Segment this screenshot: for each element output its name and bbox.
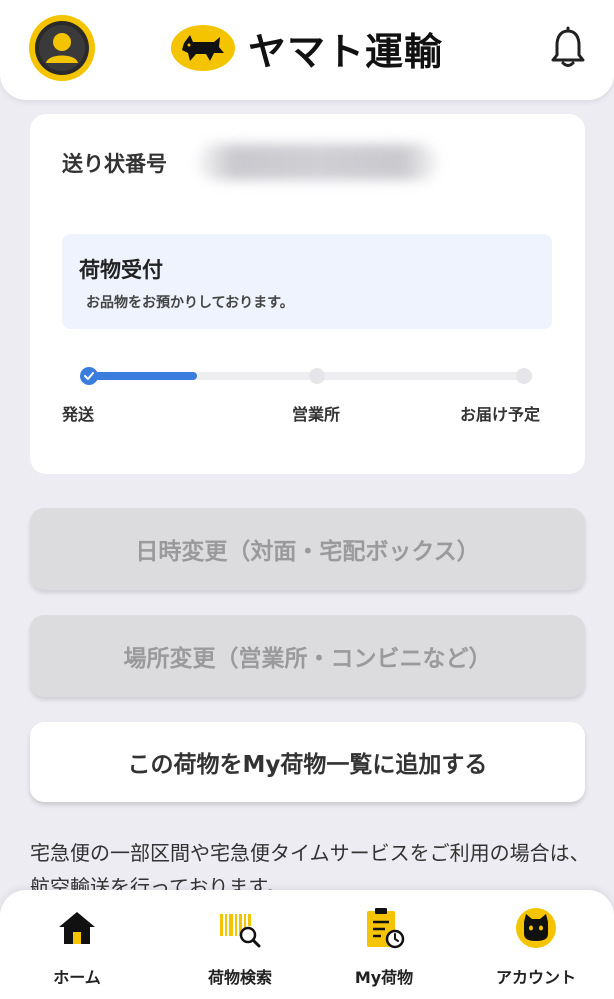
app-header: ヤマト運輸 xyxy=(0,0,614,100)
nav-item-account[interactable]: アカウント xyxy=(486,890,586,999)
tracking-card: 送り状番号 荷物受付 お品物をお預かりしております。 発送 営業所 お届け予定 xyxy=(30,114,585,474)
nav-label: My荷物 xyxy=(354,968,414,987)
add-to-my-list-button[interactable]: この荷物をMy荷物一覧に追加する xyxy=(30,722,585,802)
bell-icon[interactable] xyxy=(548,26,588,70)
tracking-number-label: 送り状番号 xyxy=(62,152,167,176)
progress-track xyxy=(88,372,524,380)
brand-name: ヤマト運輸 xyxy=(248,29,444,74)
black-cat-logo-icon xyxy=(171,25,235,71)
user-avatar-icon[interactable] xyxy=(29,15,95,81)
nav-label: ホーム xyxy=(53,968,101,987)
step-label-office: 営業所 xyxy=(292,405,341,424)
nav-item-home[interactable]: ホーム xyxy=(37,890,117,999)
cat-account-icon xyxy=(514,906,558,950)
brand-logo[interactable]: ヤマト運輸 xyxy=(170,20,443,76)
change-location-button[interactable]: 場所変更（営業所・コンビニなど） xyxy=(30,615,585,697)
change-datetime-button[interactable]: 日時変更（対面・宅配ボックス） xyxy=(30,508,585,590)
home-icon xyxy=(55,906,99,950)
step-label-delivery: お届け予定 xyxy=(460,405,541,424)
step-label-shipped: 発送 xyxy=(62,405,95,424)
tracking-number-redacted xyxy=(198,144,438,180)
step-check-icon xyxy=(80,367,98,385)
barcode-search-icon xyxy=(218,906,262,950)
nav-label: アカウント xyxy=(495,968,576,987)
clipboard-clock-icon xyxy=(362,906,406,950)
status-description: お品物をお預かりしております。 xyxy=(86,295,294,311)
nav-item-my-packages[interactable]: My荷物 xyxy=(340,890,428,999)
step-dot-icon xyxy=(516,368,532,384)
nav-label: 荷物検索 xyxy=(207,968,272,987)
status-box: 荷物受付 お品物をお預かりしております。 xyxy=(62,234,552,329)
bottom-nav: ホーム 荷物検索 My荷物 アカウント xyxy=(0,890,614,999)
nav-item-search[interactable]: 荷物検索 xyxy=(190,890,290,999)
step-dot-icon xyxy=(309,368,325,384)
status-title: 荷物受付 xyxy=(79,258,163,282)
progress-fill xyxy=(88,372,197,380)
